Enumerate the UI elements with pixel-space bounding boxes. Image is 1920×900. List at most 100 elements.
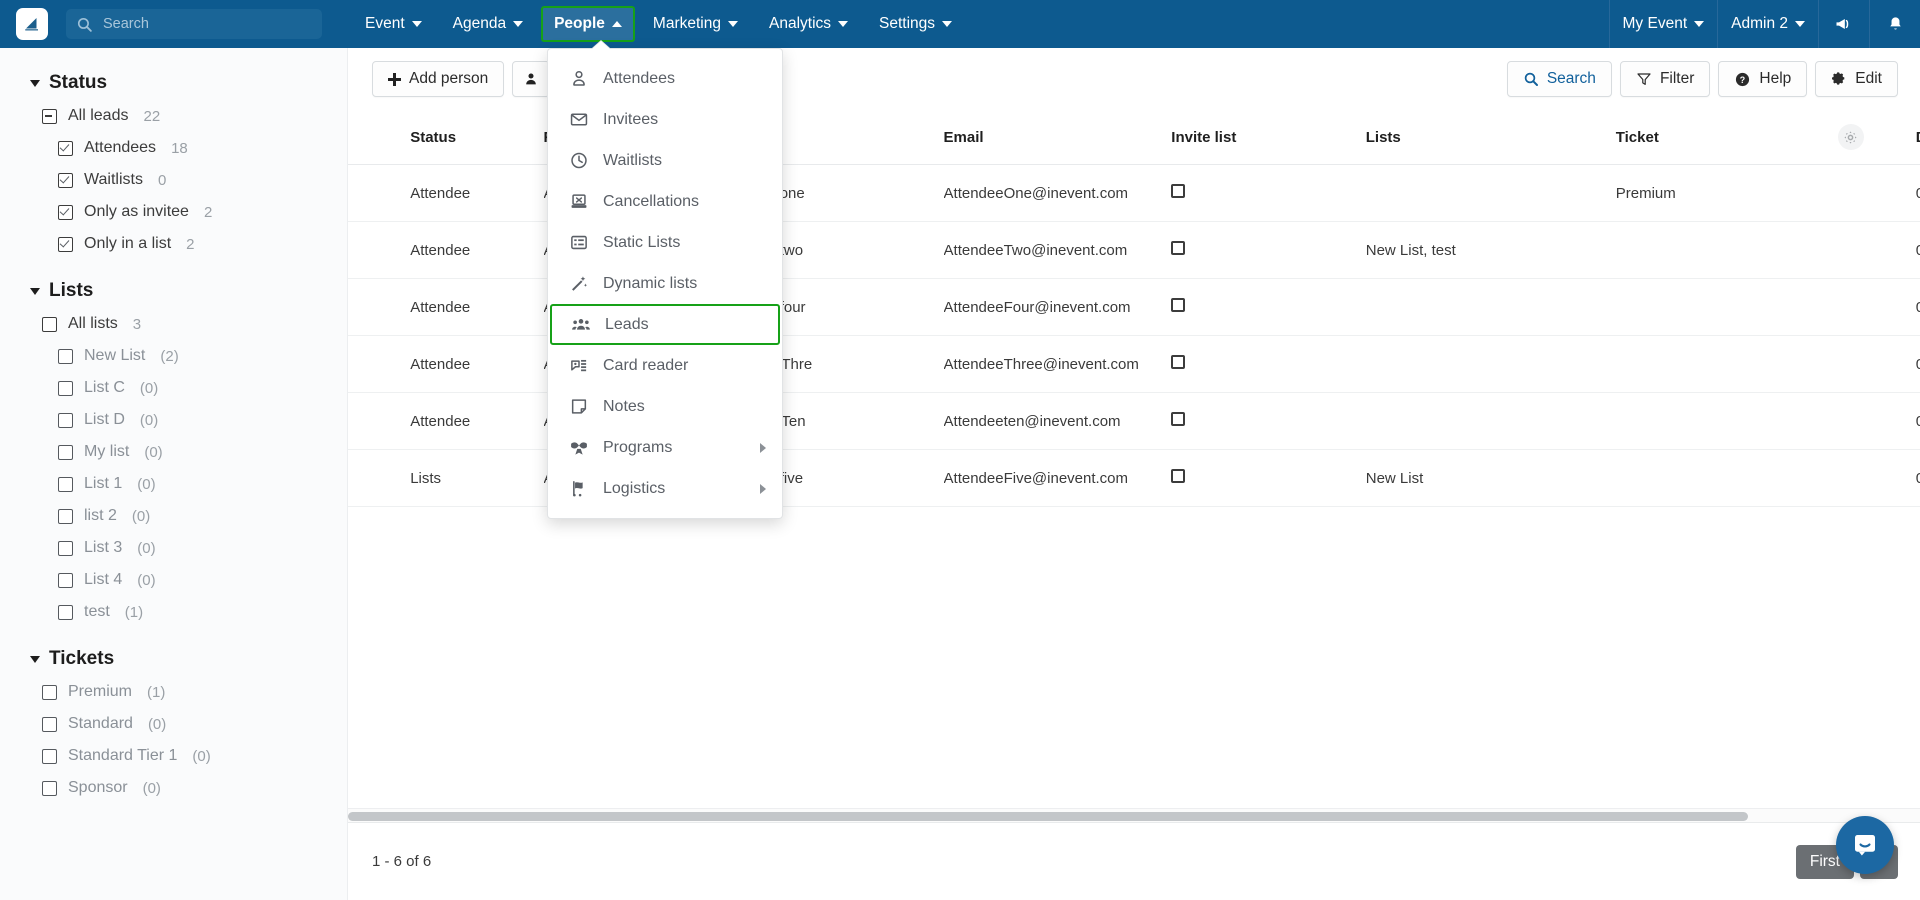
event-selector[interactable]: My Event [1610,6,1718,42]
sidebar-item-standard-tier-1[interactable]: Standard Tier 1 (0) [0,740,347,772]
checkbox-empty[interactable] [58,508,73,524]
menu-item-invitees[interactable]: Invitees [548,99,782,140]
sidebar-item-test[interactable]: test (1) [0,596,347,628]
checkbox-empty[interactable] [58,412,73,428]
sidebar-item-list-d[interactable]: List D (0) [0,404,347,436]
filter-button[interactable]: Filter [1619,61,1711,97]
sidebar-item-list-2[interactable]: list 2 (0) [0,500,347,532]
sidebar-item-list-1[interactable]: List 1 (0) [0,468,347,500]
checkbox-empty[interactable] [58,540,73,556]
checkbox-empty[interactable] [58,604,73,620]
menu-item-leads[interactable]: Leads [550,304,780,345]
sidebar-section-lists[interactable]: Lists [0,274,347,308]
checkbox-empty[interactable] [58,348,73,364]
add-person-label: Add person [409,70,489,87]
sidebar-item-count: (1) [147,683,166,701]
checkbox-checked[interactable] [58,140,73,156]
menu-item-dynamic-lists[interactable]: Dynamic lists [548,263,782,304]
column-settings-header[interactable] [1837,110,1916,165]
sidebar-item-all-lists[interactable]: All lists 3 [0,308,347,340]
inevent-logo[interactable] [16,8,48,40]
sidebar-item-only-in-a-list[interactable]: Only in a list 2 [0,228,347,260]
menu-item-logistics[interactable]: Logistics [548,468,782,509]
sidebar-section-tickets-title: Tickets [49,648,115,669]
column-header-date[interactable]: Date [1915,110,1920,165]
sidebar-item-all-leads[interactable]: All leads 22 [0,100,347,132]
edit-button[interactable]: Edit [1815,61,1898,97]
sidebar-item-my-list[interactable]: My list (0) [0,436,347,468]
sidebar-item-sponsor[interactable]: Sponsor (0) [0,772,347,804]
sidebar-item-new-list[interactable]: New List (2) [0,340,347,372]
checkbox-checked[interactable] [58,236,73,252]
checkbox-empty[interactable] [42,684,57,700]
cell-status: Attendee [410,335,544,393]
global-search-box[interactable] [66,9,322,39]
menu-item-attendees[interactable]: Attendees [548,58,782,99]
sidebar-item-list-3[interactable]: List 3 (0) [0,532,347,564]
column-header-ticket[interactable]: Ticket [1615,110,1838,165]
cell-date: 07 [1915,335,1920,393]
column-header-invite-list[interactable]: Invite list [1171,110,1366,165]
sidebar-item-premium[interactable]: Premium (1) [0,676,347,708]
checkbox-empty[interactable] [58,572,73,588]
sidebar-item-standard[interactable]: Standard (0) [0,708,347,740]
checkbox-empty[interactable] [42,316,57,332]
invite-list-checkbox[interactable] [1171,412,1186,426]
sidebar-item-label: Standard Tier 1 [68,747,178,764]
cell-ticket [1615,278,1838,336]
sidebar-item-list-c[interactable]: List C (0) [0,372,347,404]
sidebar-section-status[interactable]: Status [0,66,347,100]
sidebar-item-only-as-invitee[interactable]: Only as invitee 2 [0,196,347,228]
menu-item-waitlists[interactable]: Waitlists [548,140,782,181]
invite-list-checkbox[interactable] [1171,184,1186,198]
menu-item-card-reader[interactable]: Card reader [548,345,782,386]
sidebar-item-waitlists[interactable]: Waitlists 0 [0,164,347,196]
cell-date: 07 [1915,392,1920,450]
sidebar-item-attendees[interactable]: Attendees 18 [0,132,347,164]
cell-status: Attendee [410,221,544,279]
add-person-button[interactable]: Add person [372,61,505,97]
nav-item-marketing[interactable]: Marketing [640,6,751,42]
checkbox-checked[interactable] [58,172,73,188]
checkbox-empty[interactable] [58,444,73,460]
sidebar-section-tickets[interactable]: Tickets [0,642,347,676]
search-button[interactable]: Search [1506,61,1612,97]
intercom-chat-button[interactable] [1836,816,1894,874]
menu-item-static-lists[interactable]: Static Lists [548,222,782,263]
menu-item-cancellations[interactable]: Cancellations [548,181,782,222]
checkbox-empty[interactable] [42,780,57,796]
manage-people-button[interactable] [512,61,551,97]
checkbox-empty[interactable] [58,476,73,492]
checkbox-checked[interactable] [58,204,73,220]
announcements-button[interactable] [1819,0,1869,48]
column-header-email[interactable]: Email [943,110,1172,165]
invite-list-checkbox[interactable] [1171,355,1186,369]
search-input[interactable] [101,15,301,33]
checkbox-empty[interactable] [58,380,73,396]
nav-item-agenda[interactable]: Agenda [440,6,536,42]
column-header-lists[interactable]: Lists [1365,110,1616,165]
notifications-button[interactable] [1870,0,1920,48]
menu-item-notes[interactable]: Notes [548,386,782,427]
checkbox-empty[interactable] [42,748,57,764]
sidebar-item-count: 0 [157,171,167,189]
account-menu[interactable]: Admin 2 [1718,6,1818,42]
nav-item-event[interactable]: Event [352,6,435,42]
nav-item-people[interactable]: People [541,6,635,42]
gear-icon[interactable] [1837,124,1864,150]
invite-list-checkbox[interactable] [1171,298,1186,312]
sidebar-item-list-4[interactable]: List 4 (0) [0,564,347,596]
search-icon [77,17,92,32]
checkbox-indeterminate[interactable] [42,108,57,124]
menu-item-programs[interactable]: Programs [548,427,782,468]
column-header-status[interactable]: Status [410,110,544,165]
nav-item-analytics[interactable]: Analytics [756,6,861,42]
checkbox-empty[interactable] [42,716,57,732]
invite-list-checkbox[interactable] [1171,241,1186,255]
help-button[interactable]: ? Help [1718,61,1808,97]
horizontal-scrollbar[interactable] [348,808,1920,822]
nav-item-settings[interactable]: Settings [866,6,965,42]
scrollbar-thumb[interactable] [348,812,1748,821]
invite-list-checkbox[interactable] [1171,469,1186,483]
menu-item-label: Notes [603,397,645,415]
